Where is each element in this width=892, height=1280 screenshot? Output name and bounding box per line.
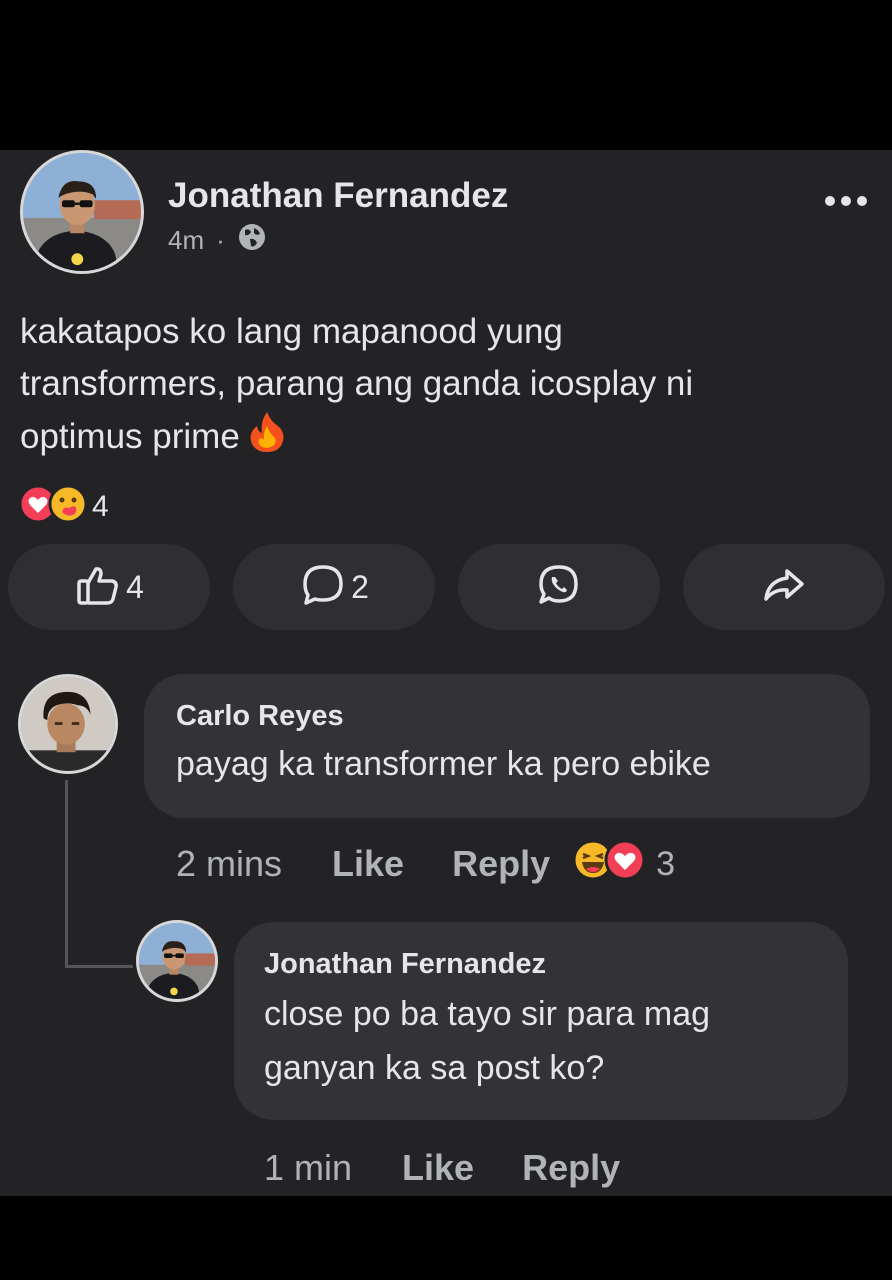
post-author-avatar[interactable] <box>20 150 144 274</box>
comment-reaction-count: 3 <box>656 844 676 883</box>
share-icon <box>760 561 808 614</box>
post-text-line: transformers, parang ang ganda icosplay … <box>20 364 694 403</box>
comment-like-button[interactable]: Like <box>332 843 404 885</box>
thread-connector <box>65 965 133 968</box>
post-text-line: kakatapos ko lang mapanood yung <box>20 312 563 351</box>
whatsapp-share-button[interactable] <box>458 544 660 630</box>
post-card: Jonathan Fernandez 4m · kakatapos ko lan… <box>0 150 892 1196</box>
reply-like-button[interactable]: Like <box>402 1147 474 1189</box>
fire-emoji <box>248 410 286 469</box>
post-author-name[interactable]: Jonathan Fernandez <box>168 176 508 216</box>
like-button[interactable]: 4 <box>8 544 210 630</box>
comment-text: payag ka transformer ka pero ebike <box>176 745 711 783</box>
reply-text-line: ganyan ka sa post ko? <box>264 1049 605 1087</box>
post-text: kakatapos ko lang mapanood yung transfor… <box>20 306 860 469</box>
reply-reply-button[interactable]: Reply <box>522 1147 620 1189</box>
comment-author[interactable]: Carlo Reyes <box>176 700 870 733</box>
thread-connector <box>65 780 68 968</box>
post-reactions[interactable]: 4 <box>18 484 109 529</box>
love-reaction-icon <box>604 839 646 890</box>
share-button[interactable] <box>683 544 885 630</box>
post-text-line: optimus prime <box>20 410 860 469</box>
comment-icon <box>299 561 347 614</box>
post-text-segment: optimus prime <box>20 417 240 456</box>
reply-author-avatar[interactable] <box>136 920 218 1002</box>
reply-meta: 1 min Like Reply <box>264 1144 668 1192</box>
post-meta: 4m · <box>168 222 267 259</box>
comment-meta: 2 mins Like Reply 3 <box>176 839 676 890</box>
reply-bubble[interactable]: Jonathan Fernandez close po ba tayo sir … <box>234 922 848 1120</box>
dot <box>841 196 851 206</box>
comment-count: 2 <box>351 568 369 605</box>
comment-button[interactable]: 2 <box>233 544 435 630</box>
whatsapp-icon <box>537 563 581 612</box>
comment-bubble[interactable]: Carlo Reyes payag ka transformer ka pero… <box>144 674 870 818</box>
reply-text-line: close po ba tayo sir para mag <box>264 995 711 1033</box>
meta-separator: · <box>216 225 225 255</box>
thumbs-up-icon <box>74 561 122 614</box>
post-time[interactable]: 4m <box>168 225 204 256</box>
reaction-count: 4 <box>92 489 109 523</box>
more-options-button[interactable] <box>818 186 874 216</box>
dot <box>857 196 867 206</box>
commenter-avatar[interactable] <box>18 674 118 774</box>
reply-time[interactable]: 1 min <box>264 1147 352 1189</box>
care-reaction-icon <box>48 484 88 529</box>
dot <box>825 196 835 206</box>
reply-author[interactable]: Jonathan Fernandez <box>264 948 848 981</box>
comment-reply-button[interactable]: Reply <box>452 843 550 885</box>
like-count: 4 <box>126 568 144 605</box>
globe-icon <box>237 222 267 259</box>
comment-time[interactable]: 2 mins <box>176 843 282 885</box>
